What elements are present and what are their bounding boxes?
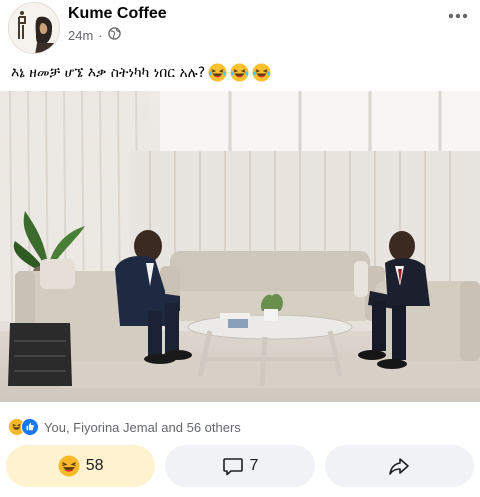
reaction-count: 58: [85, 457, 104, 474]
reaction-icons: [8, 418, 39, 436]
meta-separator: ·: [98, 27, 103, 43]
haha-reaction-icon: [58, 455, 80, 477]
more-dots-icon: [448, 13, 468, 19]
more-options-button[interactable]: [446, 8, 470, 24]
comment-icon: [222, 455, 244, 477]
comment-count: 7: [249, 457, 259, 474]
caption-text: እኔ ዘመቻ ሆኜ እቃ ስትነካካ ነበር አሉ?: [11, 64, 206, 81]
laughing-emoji-icon: [230, 63, 249, 82]
post-meta: 24m ·: [68, 27, 121, 43]
reactions-text: You, Fiyorina Jemal and 56 others: [44, 419, 241, 435]
post-photo[interactable]: [0, 91, 480, 402]
like-reaction-icon: [21, 418, 39, 436]
post-caption: እኔ ዘመቻ ሆኜ እቃ ስትነካካ ነበር አሉ?: [11, 63, 271, 82]
reactions-summary[interactable]: You, Fiyorina Jemal and 56 others: [8, 418, 241, 436]
comment-button[interactable]: 7: [165, 445, 315, 487]
author-avatar[interactable]: [8, 2, 60, 54]
laughing-emoji-icon: [208, 63, 227, 82]
laughing-emoji-icon: [252, 63, 271, 82]
react-button[interactable]: 58: [6, 445, 156, 487]
post-time[interactable]: 24m: [68, 28, 93, 43]
author-name[interactable]: Kume Coffee: [68, 5, 167, 23]
share-button[interactable]: [324, 445, 474, 487]
share-icon: [388, 455, 410, 477]
post-actions: 58 7: [6, 445, 474, 487]
globe-icon: [107, 27, 121, 43]
post-header: Kume Coffee 24m ·: [0, 0, 480, 56]
